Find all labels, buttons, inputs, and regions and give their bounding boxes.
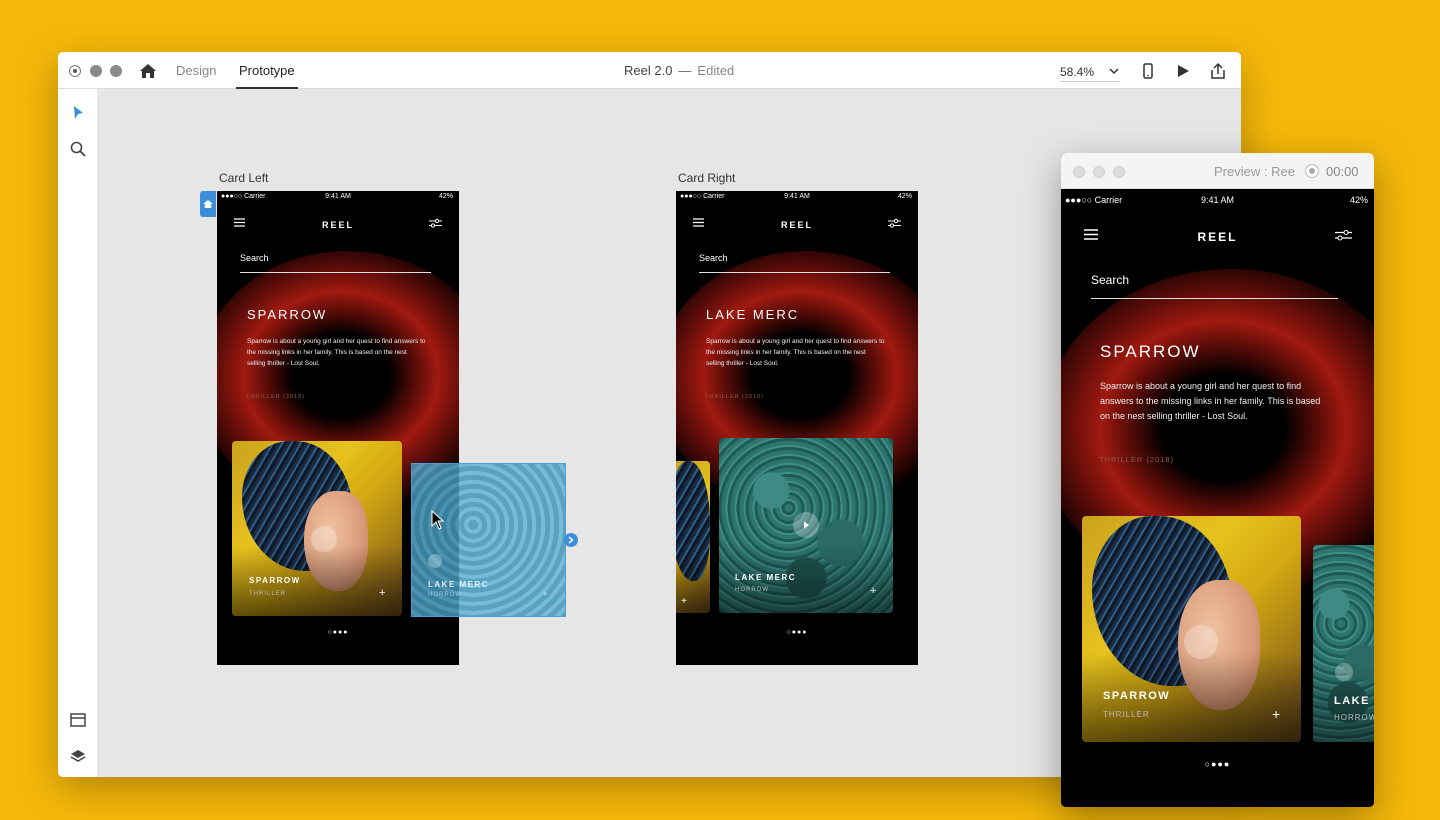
zoom-tool-icon[interactable] xyxy=(69,140,87,158)
movie-card-sparrow[interactable]: SPARROW THRILLER + xyxy=(232,441,402,616)
movie-genre: THRILLER (2018) xyxy=(246,394,306,400)
tool-sidebar xyxy=(58,89,98,777)
pager-dots: ○●●● xyxy=(327,629,349,636)
document-title: Reel 2.0 — Edited xyxy=(624,63,734,78)
share-icon[interactable] xyxy=(1209,62,1227,80)
assets-panel-icon[interactable] xyxy=(69,711,87,729)
card-title: LAKE MERC xyxy=(735,573,797,582)
record-button[interactable] xyxy=(1305,164,1319,178)
artboard-label-card-left[interactable]: Card Left xyxy=(219,171,268,185)
card-title: SPARROW xyxy=(1103,690,1171,702)
play-button[interactable] xyxy=(1184,625,1218,659)
window-minimize-button[interactable] xyxy=(90,65,102,77)
search-input[interactable]: Search xyxy=(240,253,431,273)
home-screen-marker[interactable] xyxy=(200,191,216,217)
movie-card-sparrow[interactable]: SPARROW THRILLER + xyxy=(1082,516,1301,742)
movie-genre: THRILLER (2018) xyxy=(705,394,765,400)
record-timer: 00:00 xyxy=(1326,164,1359,179)
tab-design[interactable]: Design xyxy=(176,63,216,78)
add-to-list-button[interactable]: + xyxy=(1272,706,1280,722)
play-button[interactable] xyxy=(311,526,337,552)
movie-card-lake-merc[interactable]: LAKE MERC HORROW + xyxy=(719,438,893,613)
play-button[interactable] xyxy=(1335,663,1353,681)
chevron-right-icon xyxy=(568,536,574,544)
app-brand-title: REEL xyxy=(780,220,813,230)
preview-title: Preview : Ree xyxy=(1214,164,1295,179)
select-tool-icon[interactable] xyxy=(69,104,87,122)
movie-title: SPARROW xyxy=(1100,342,1201,361)
add-to-list-button[interactable]: + xyxy=(870,585,876,597)
movie-title: LAKE MERC xyxy=(706,307,800,322)
search-input[interactable]: Search xyxy=(1091,273,1338,299)
card-subtitle: HORROW xyxy=(735,587,769,593)
battery-label: 42% xyxy=(897,193,912,200)
play-icon xyxy=(804,521,809,529)
card-subtitle: HORROW xyxy=(1334,713,1374,722)
dragging-card-lake-merc[interactable]: LAKE MERC HORROW + xyxy=(411,463,566,617)
battery-label: 42% xyxy=(1349,195,1368,205)
pager-dots: ○●●● xyxy=(786,629,808,636)
title-separator: — xyxy=(678,63,692,78)
movie-card-sparrow-peek[interactable]: + xyxy=(676,461,710,613)
home-icon[interactable] xyxy=(138,61,158,81)
preview-minimize-button[interactable] xyxy=(1093,166,1105,178)
add-to-list-button[interactable]: + xyxy=(681,596,687,607)
card-subtitle: HORROW xyxy=(428,592,462,598)
preview-zoom-button[interactable] xyxy=(1113,166,1125,178)
status-time: 9:41 AM xyxy=(784,193,810,200)
tab-prototype[interactable]: Prototype xyxy=(236,63,298,89)
movie-description: Sparrow is about a young girl and her qu… xyxy=(247,338,426,367)
preview-close-button[interactable] xyxy=(1073,166,1085,178)
chevron-down-icon[interactable] xyxy=(1108,65,1120,77)
app-brand-title: REEL xyxy=(321,220,354,230)
layers-panel-icon[interactable] xyxy=(69,747,87,765)
movie-genre: THRILLER (2018) xyxy=(1099,455,1175,464)
window-zoom-button[interactable] xyxy=(110,65,122,77)
add-to-list-button[interactable]: + xyxy=(542,589,548,600)
card-title: LAKE xyxy=(1334,695,1370,707)
movie-title: SPARROW xyxy=(247,307,328,322)
movie-description: Sparrow is about a young girl and her qu… xyxy=(706,338,885,367)
filter-icon[interactable] xyxy=(888,218,901,228)
home-icon xyxy=(203,200,213,208)
add-to-list-button[interactable]: + xyxy=(379,587,385,599)
preview-screen[interactable]: ●●●○○ Carrier 9:41 AM 42% REEL Search SP… xyxy=(1061,189,1374,807)
card-title: LAKE MERC xyxy=(428,580,490,589)
artboard-card-right[interactable]: ●●●○○ Carrier 9:41 AM 42% REEL Search LA… xyxy=(676,191,918,665)
title-bar: Design Prototype Reel 2.0— Edited 58.4% xyxy=(58,52,1241,89)
play-button[interactable] xyxy=(793,512,819,538)
filter-icon[interactable] xyxy=(1335,229,1352,241)
mouse-cursor-icon xyxy=(431,510,445,530)
battery-label: 42% xyxy=(438,193,453,200)
preview-window: Preview : Ree 00:00 ●●●○○ Carrier 9:41 A… xyxy=(1061,153,1374,807)
movie-description: Sparrow is about a young girl and her qu… xyxy=(1100,381,1321,421)
play-button[interactable] xyxy=(428,554,442,568)
window-close-button[interactable] xyxy=(69,65,81,77)
pager-dots: ○●●● xyxy=(1204,759,1231,769)
preview-title-bar: Preview : Ree 00:00 xyxy=(1061,153,1374,189)
card-title: SPARROW xyxy=(249,576,301,585)
app-brand-title: REEL xyxy=(1197,230,1238,244)
search-input[interactable]: Search xyxy=(699,253,890,273)
card-subtitle: THRILLER xyxy=(249,591,287,597)
artboard-label-card-right[interactable]: Card Right xyxy=(678,171,735,185)
document-name: Reel 2.0 xyxy=(624,63,673,78)
status-time: 9:41 AM xyxy=(325,193,351,200)
wire-connector-handle[interactable] xyxy=(564,533,578,547)
status-time: 9:41 AM xyxy=(1200,195,1235,205)
device-preview-icon[interactable] xyxy=(1139,62,1157,80)
play-icon[interactable] xyxy=(1174,62,1192,80)
filter-icon[interactable] xyxy=(429,218,442,228)
document-status: Edited xyxy=(697,63,735,78)
card-subtitle: THRILLER xyxy=(1103,710,1150,719)
movie-card-lake-peek[interactable]: LAKE HORROW xyxy=(1313,545,1374,742)
